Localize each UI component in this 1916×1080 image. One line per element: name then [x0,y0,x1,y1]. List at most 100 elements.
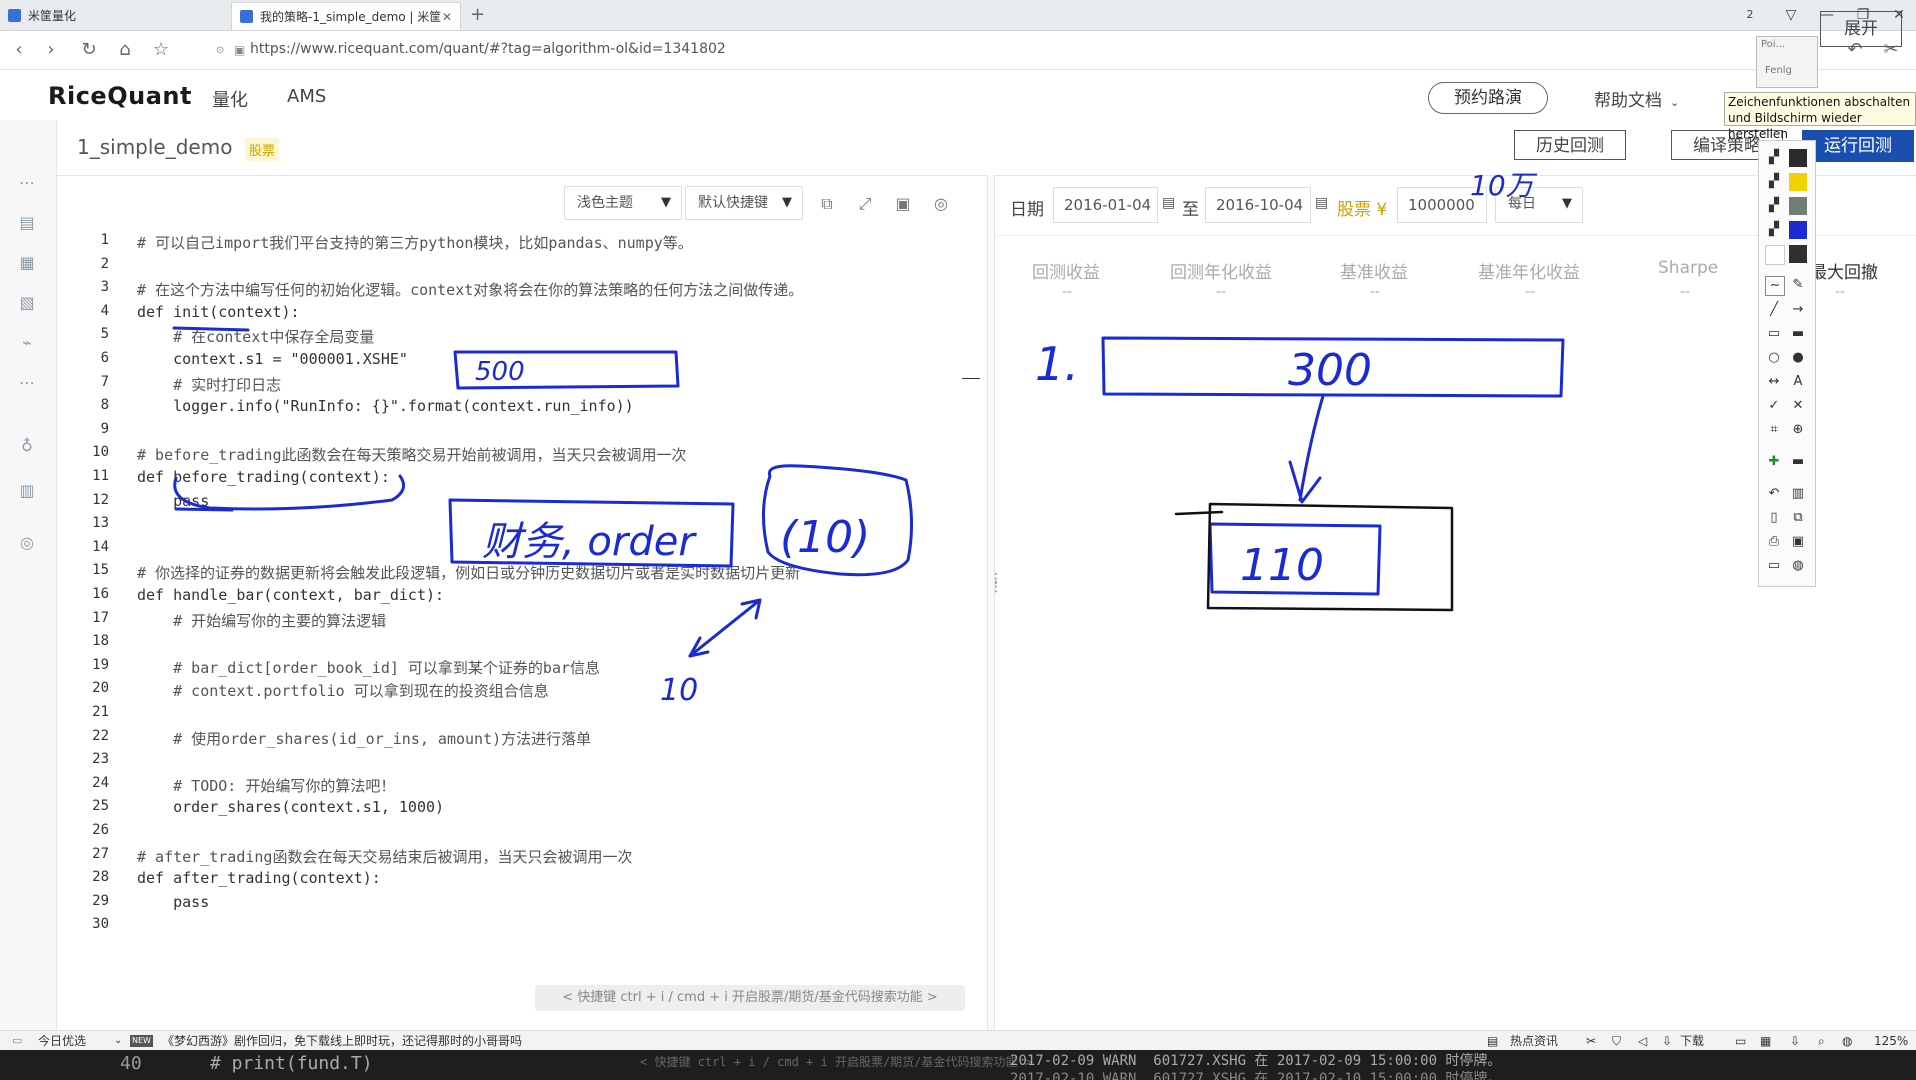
globe-icon[interactable]: ◍ [1842,1031,1852,1051]
print-icon[interactable]: ⎙ [1765,533,1783,551]
sound-icon[interactable]: ◁ [1638,1031,1647,1051]
globe-icon[interactable]: ◍ [1789,557,1807,575]
help-docs-menu[interactable]: 帮助文档 ⌄ [1594,86,1679,111]
zoom-level[interactable]: 125% [1874,1031,1908,1051]
color-swatch[interactable] [1789,245,1807,263]
code-line[interactable]: # 在context中保存全局变量 [137,326,374,347]
bookmark-star-icon[interactable]: ☆ [150,39,172,61]
home-icon[interactable]: ⌂ [114,39,136,61]
code-line[interactable]: # 使用order_shares(id_or_ins, amount)方法进行落… [137,728,591,749]
minus-icon[interactable]: ▬ [1789,453,1807,471]
download-icon[interactable]: ⇩ [1790,1031,1800,1051]
code-line[interactable]: def init(context): [137,303,300,321]
nav-ams[interactable]: AMS [287,86,326,107]
tab-ricequant[interactable]: 米筐量化 [0,2,230,30]
fullscreen-icon[interactable]: ⤢ [855,194,875,214]
zoom-icon[interactable]: ⊕ [1789,421,1807,439]
highlighter-icon[interactable]: ▞ [1765,173,1783,191]
code-line[interactable]: # 开始编写你的主要的算法逻辑 [137,610,386,631]
capital-input[interactable]: 1000000 [1397,187,1487,223]
code-line[interactable]: pass [137,893,209,911]
code-line[interactable]: # 可以自己import我们平台支持的第三方python模块，比如pandas、… [137,232,693,253]
undo-icon[interactable]: ↶ [1765,485,1783,503]
strategy-name[interactable]: 1_simple_demo [77,135,232,159]
eraser-icon[interactable]: ✎ [1789,276,1807,294]
color-swatch[interactable] [1789,173,1807,191]
calendar-icon[interactable]: ▤ [1162,195,1175,211]
code-line[interactable]: def handle_bar(context, bar_dict): [137,586,444,604]
new-tab-button[interactable]: + [470,4,485,25]
bar-chart-icon[interactable]: ▥ [16,480,38,502]
double-arrow-icon[interactable]: ↔ [1765,373,1783,391]
favorites-icon[interactable]: ▽ [1776,0,1806,30]
image-icon[interactable]: ▦ [16,252,38,274]
back-icon[interactable]: ‹ [8,39,30,61]
start-date-input[interactable]: 2016-01-04 [1053,187,1158,223]
frequency-select[interactable]: 每日 ▼ [1495,187,1583,223]
close-tab-icon[interactable]: ✕ [442,3,452,31]
copy-icon[interactable]: ⧉ [817,194,837,214]
code-line[interactable]: # 实时打印日志 [137,374,281,395]
today-picks-link[interactable]: 今日优选 [38,1031,86,1051]
color-swatch[interactable] [1765,245,1785,265]
code-line[interactable]: def before_trading(context): [137,468,390,486]
code-line[interactable]: # bar_dict[order_book_id] 可以拿到某个证券的bar信息 [137,657,600,678]
download-link[interactable]: 下载 [1680,1031,1704,1051]
shield-icon[interactable]: ⛉ [1612,1031,1621,1051]
backtest-history-button[interactable]: 历史回测 [1514,130,1626,160]
play-circle-icon[interactable]: ◎ [16,532,38,554]
url-field[interactable]: https://www.ricequant.com/quant/#?tag=al… [250,41,726,57]
shortcut-select[interactable]: 默认快捷键 ▼ [685,186,803,220]
menu-dots-icon[interactable]: ⋯ [16,372,38,394]
ricequant-logo[interactable]: RiceQuant [48,82,192,110]
pane-divider[interactable]: ⋮ ⋮ [987,175,1003,1030]
ellipse-icon[interactable]: ○ [1765,349,1783,367]
nav-quant[interactable]: 量化 [212,86,248,112]
screen-icon[interactable]: ▭ [1765,557,1783,575]
tools-icon[interactable]: ✂ [1586,1031,1596,1051]
chart-line-icon[interactable]: ⌁ [16,332,38,354]
filled-rectangle-icon[interactable]: ▬ [1789,325,1807,343]
zoom-widget[interactable]: Poi... Fenlg [1756,36,1818,88]
check-icon[interactable]: ✓ [1765,397,1783,415]
rectangle-icon[interactable]: ▭ [1765,325,1783,343]
copy-icon[interactable]: ⧉ [1789,509,1807,527]
end-date-input[interactable]: 2016-10-04 [1205,187,1311,223]
window-icon[interactable]: ▭ [1735,1031,1746,1051]
save-icon[interactable]: ▣ [893,194,913,214]
code-line[interactable]: pass [137,492,209,510]
filled-ellipse-icon[interactable]: ● [1789,349,1807,367]
reload-icon[interactable]: ↻ [78,39,100,61]
highlighter-icon[interactable]: ▞ [1765,149,1783,167]
theme-select[interactable]: 浅色主题 ▼ [564,186,682,220]
code-line[interactable]: def after_trading(context): [137,869,381,887]
trash-icon[interactable]: ▥ [1789,485,1807,503]
code-line[interactable]: order_shares(context.s1, 1000) [137,798,444,816]
code-line[interactable]: # after_trading函数会在每天交易结束后被调用，当天只会被调用一次 [137,846,632,867]
code-line[interactable]: # TODO: 开始编写你的算法吧！ [137,775,395,796]
plus-icon[interactable]: ✚ [1765,453,1783,471]
calendar-icon[interactable]: ▤ [16,212,38,234]
color-swatch[interactable] [1789,221,1807,239]
code-line[interactable]: # context.portfolio 可以拿到现在的投资组合信息 [137,680,549,701]
text-icon[interactable]: A [1789,373,1807,391]
menu-dots-icon[interactable]: ⋯ [16,172,38,194]
code-line[interactable]: logger.info("RunInfo: {}".format(context… [137,397,634,415]
drag-handle-icon[interactable]: ⋮ ⋮ [989,572,1003,594]
cross-icon[interactable]: ✕ [1789,397,1807,415]
download-icon[interactable]: ⇩ [1662,1031,1672,1051]
code-line[interactable]: context.s1 = "000001.XSHE" [137,350,408,368]
screenshot-icon[interactable]: ▦ [1760,1031,1771,1051]
code-line[interactable]: # 你选择的证券的数据更新将会触发此段逻辑，例如日或分钟历史数据切片或者是实时数… [137,562,800,583]
highlighter-icon[interactable]: ▞ [1765,221,1783,239]
lightbulb-icon[interactable]: ♁ [16,435,38,457]
crop-icon[interactable]: ⌗ [1765,421,1783,439]
forward-icon[interactable]: › [40,39,62,61]
hot-news-link[interactable]: 热点资讯 [1510,1031,1558,1051]
appointment-button[interactable]: 预约路演 [1428,82,1548,114]
expand-button[interactable]: 展开 [1820,11,1902,47]
save-icon[interactable]: ▣ [1789,533,1807,551]
line-icon[interactable]: ╱ [1765,301,1783,319]
code-line[interactable]: # before_trading此函数会在每天策略交易开始前被调用，当天只会被调… [137,444,687,465]
highlighter-icon[interactable]: ▞ [1765,197,1783,215]
